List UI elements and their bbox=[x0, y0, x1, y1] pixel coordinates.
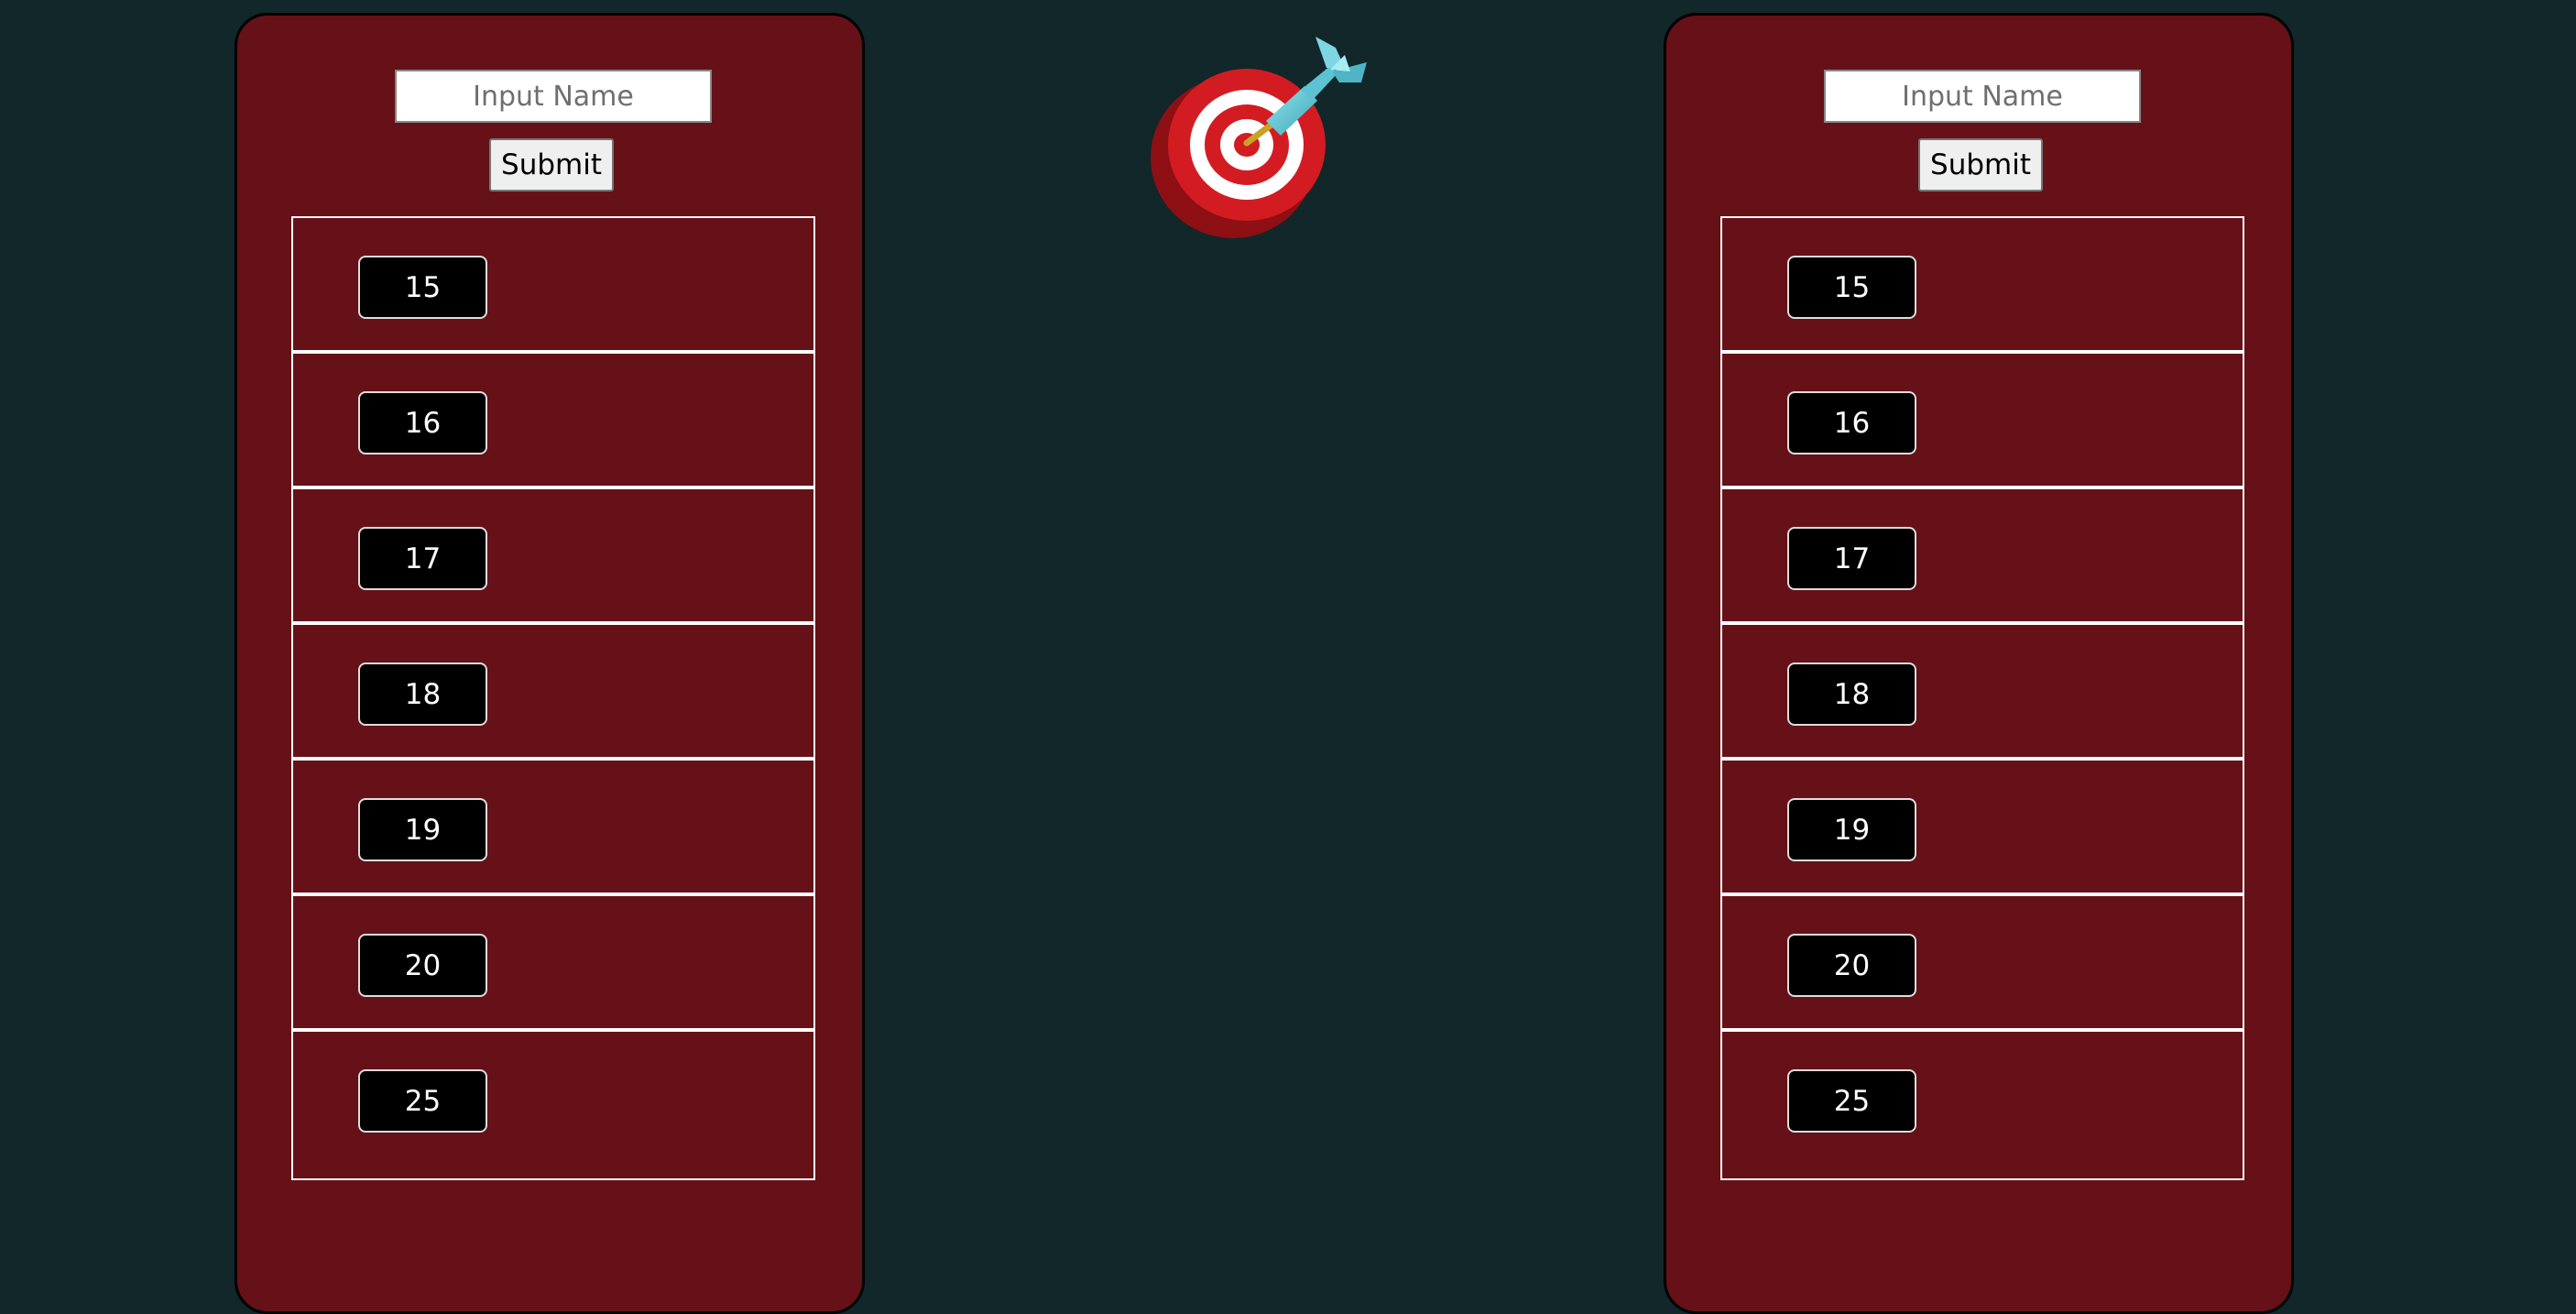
score-row: 25 bbox=[293, 1032, 813, 1167]
score-button[interactable]: 15 bbox=[1787, 256, 1916, 319]
player-panel-right: Submit 15 16 17 18 19 20 25 bbox=[1664, 13, 2294, 1314]
submit-button[interactable]: Submit bbox=[489, 138, 614, 192]
score-button[interactable]: 19 bbox=[358, 798, 487, 861]
score-row: 16 bbox=[1722, 354, 2243, 489]
player-panel-left: Submit 15 16 17 18 19 20 25 bbox=[235, 13, 865, 1314]
score-button[interactable]: 20 bbox=[358, 934, 487, 997]
score-row: 15 bbox=[1722, 218, 2243, 354]
score-button[interactable]: 16 bbox=[358, 391, 487, 454]
score-row: 18 bbox=[293, 625, 813, 761]
score-list: 15 16 17 18 19 20 25 bbox=[291, 216, 815, 1180]
score-button[interactable]: 18 bbox=[358, 662, 487, 726]
score-button[interactable]: 16 bbox=[1787, 391, 1916, 454]
score-button[interactable]: 17 bbox=[1787, 527, 1916, 590]
score-row: 16 bbox=[293, 354, 813, 489]
dart-target-icon bbox=[1151, 37, 1367, 238]
player-name-input[interactable] bbox=[395, 70, 712, 123]
score-row: 20 bbox=[1722, 896, 2243, 1032]
score-button[interactable]: 18 bbox=[1787, 662, 1916, 726]
score-button[interactable]: 25 bbox=[1787, 1069, 1916, 1133]
score-row: 17 bbox=[293, 489, 813, 625]
score-row: 17 bbox=[1722, 489, 2243, 625]
score-row: 15 bbox=[293, 218, 813, 354]
score-row: 18 bbox=[1722, 625, 2243, 761]
score-row: 19 bbox=[1722, 761, 2243, 896]
score-button[interactable]: 15 bbox=[358, 256, 487, 319]
score-list: 15 16 17 18 19 20 25 bbox=[1720, 216, 2244, 1180]
score-row: 25 bbox=[1722, 1032, 2243, 1167]
submit-button[interactable]: Submit bbox=[1918, 138, 2043, 192]
score-row: 19 bbox=[293, 761, 813, 896]
score-button[interactable]: 20 bbox=[1787, 934, 1916, 997]
score-button[interactable]: 17 bbox=[358, 527, 487, 590]
score-row: 20 bbox=[293, 896, 813, 1032]
score-button[interactable]: 25 bbox=[358, 1069, 487, 1133]
player-name-input[interactable] bbox=[1824, 70, 2141, 123]
score-button[interactable]: 19 bbox=[1787, 798, 1916, 861]
